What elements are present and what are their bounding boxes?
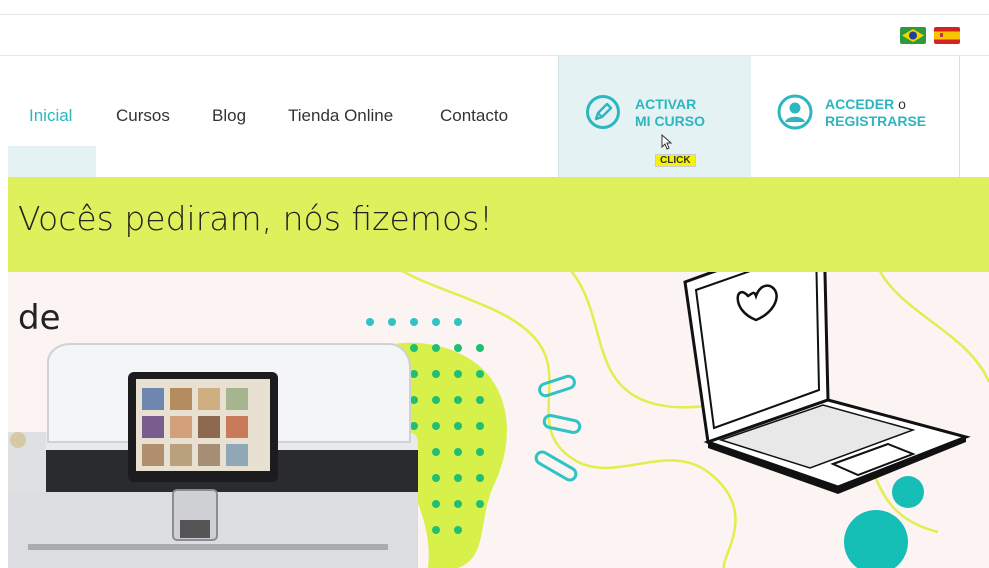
click-annotation: CLICK xyxy=(655,154,696,167)
pattern-dot xyxy=(454,344,462,352)
cutting-machine-illustration xyxy=(8,343,418,568)
spain-flag-icon[interactable] xyxy=(934,27,960,44)
pencil-circle-icon xyxy=(586,95,620,129)
pattern-dot xyxy=(454,370,462,378)
pattern-dot xyxy=(432,344,440,352)
acceder-registrarse-button[interactable]: ACCEDER o REGISTRARSE xyxy=(751,56,960,177)
pattern-dot xyxy=(410,370,418,378)
banner-headline: Vocês pediram, nós fizemos! xyxy=(18,199,493,238)
pattern-dot xyxy=(476,422,484,430)
pattern-dot xyxy=(410,318,418,326)
pattern-dot xyxy=(432,448,440,456)
activar-label-line2: MI CURSO xyxy=(635,113,705,129)
active-tab-highlight xyxy=(8,146,96,177)
teal-circle-large xyxy=(844,510,908,568)
hero-illustration xyxy=(8,272,989,568)
acceder-label: ACCEDER xyxy=(825,96,895,112)
laptop-illustration xyxy=(683,272,971,494)
pattern-dot xyxy=(476,396,484,404)
nav-item-inicial[interactable]: Inicial xyxy=(29,106,72,126)
language-switcher xyxy=(900,27,960,44)
nav-item-blog[interactable]: Blog xyxy=(212,106,246,126)
pattern-dot xyxy=(410,344,418,352)
pattern-dot xyxy=(432,500,440,508)
promo-banner: Vocês pediram, nós fizemos! xyxy=(8,177,989,272)
pattern-dot xyxy=(432,422,440,430)
pattern-dot xyxy=(410,422,418,430)
pattern-dot xyxy=(432,370,440,378)
pattern-dot xyxy=(476,500,484,508)
o-connector: o xyxy=(898,96,906,112)
pattern-dot xyxy=(454,448,462,456)
pattern-dot xyxy=(432,474,440,482)
pattern-dot xyxy=(454,318,462,326)
registrarse-label: REGISTRARSE xyxy=(825,113,927,129)
pattern-dot xyxy=(388,318,396,326)
teal-circle-small xyxy=(892,476,924,508)
dash-accents xyxy=(534,374,582,482)
brazil-flag-icon[interactable] xyxy=(900,27,926,44)
pattern-dot xyxy=(410,396,418,404)
pattern-dot xyxy=(454,422,462,430)
nav-item-cursos[interactable]: Cursos xyxy=(116,106,170,126)
pattern-dot xyxy=(476,344,484,352)
pattern-dot xyxy=(476,370,484,378)
pattern-dot xyxy=(454,526,462,534)
pattern-dot xyxy=(476,448,484,456)
mouse-cursor-icon xyxy=(661,134,673,150)
pattern-dot xyxy=(432,318,440,326)
pattern-dot xyxy=(454,396,462,404)
hero-section: de xyxy=(8,272,989,568)
pattern-dot xyxy=(476,474,484,482)
pattern-dot xyxy=(454,500,462,508)
nav-item-contacto[interactable]: Contacto xyxy=(440,106,508,126)
decorative-line xyxy=(879,272,989,383)
nav-item-tienda-online[interactable]: Tienda Online xyxy=(288,106,393,126)
pattern-dot xyxy=(454,474,462,482)
pattern-dot xyxy=(366,318,374,326)
top-divider xyxy=(0,14,989,15)
activar-label-line1: ACTIVAR xyxy=(635,96,697,112)
user-circle-icon xyxy=(777,94,813,130)
pattern-dot xyxy=(432,396,440,404)
pattern-dot xyxy=(432,526,440,534)
